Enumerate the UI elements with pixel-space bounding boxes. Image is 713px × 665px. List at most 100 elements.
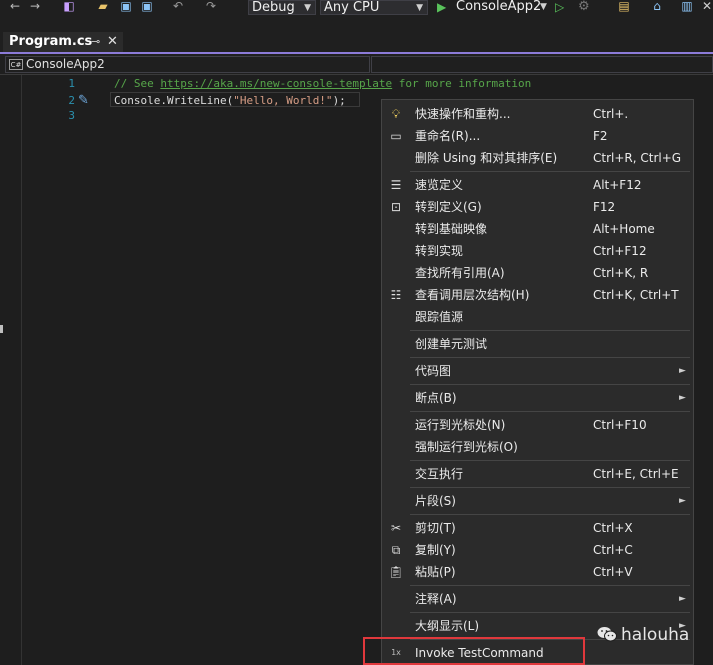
menu-item-copy[interactable]: ⧉ 复制(Y) Ctrl+C — [382, 539, 693, 561]
menu-label: 删除 Using 和对其排序(E) — [415, 151, 558, 165]
menu-separator — [410, 514, 690, 515]
submenu-arrow-icon: ► — [679, 496, 686, 506]
watermark-text: halouha — [621, 625, 690, 645]
configuration-select[interactable]: Debug ▼ — [248, 0, 316, 15]
menu-label: 复制(Y) — [415, 543, 456, 557]
toolbar: ← → ◧ ▰ ▣ ▣ ↶ ↷ Debug ▼ Any CPU ▼ ▶ Cons… — [0, 0, 713, 16]
menu-label: 重命名(R)... — [415, 129, 481, 143]
menu-item-force-run-to-cursor[interactable]: 强制运行到光标(O) — [382, 436, 693, 458]
menu-item-breakpoint[interactable]: 断点(B) ► — [382, 387, 693, 409]
menu-item-create-unit-tests[interactable]: 创建单元测试 — [382, 333, 693, 355]
navigation-bar: C# ConsoleApp2 — [0, 55, 713, 75]
code-line-2[interactable]: Console.WriteLine("Hello, World!"); — [114, 94, 346, 107]
save-all-icon[interactable]: ▣ — [140, 0, 154, 13]
menu-item-snippets[interactable]: 片段(S) ► — [382, 490, 693, 512]
start-target-button[interactable]: ConsoleApp2 — [456, 0, 541, 14]
code-line-1[interactable]: // See https://aka.ms/new-console-templa… — [114, 77, 531, 90]
open-folder-icon[interactable]: ▰ — [96, 0, 110, 13]
refresh-icon[interactable]: ⚙ — [578, 0, 590, 14]
menu-item-go-to-base[interactable]: 转到基础映像 Alt+Home — [382, 218, 693, 240]
menu-item-paste[interactable]: 📋︎ 粘贴(P) Ctrl+V — [382, 561, 693, 583]
code-string: "Hello, World!" — [233, 94, 333, 107]
quick-action-screwdriver-icon[interactable]: ✎ — [78, 93, 89, 108]
member-dropdown[interactable] — [371, 56, 713, 73]
wechat-icon — [597, 624, 617, 642]
menu-item-go-to-definition[interactable]: ⊡ 转到定义(G) F12 — [382, 196, 693, 218]
submenu-arrow-icon: ► — [679, 393, 686, 403]
menu-label: 剪切(T) — [415, 521, 456, 535]
save-icon[interactable]: ▣ — [119, 0, 133, 13]
start-dropdown-icon[interactable]: ▼ — [540, 0, 547, 14]
menu-item-comment[interactable]: 注释(A) ► — [382, 588, 693, 610]
menu-label: 跟踪值源 — [415, 310, 464, 324]
menu-label: 查找所有引用(A) — [415, 266, 505, 280]
project-dropdown[interactable]: C# ConsoleApp2 — [5, 56, 370, 73]
menu-item-remove-sort-usings[interactable]: 删除 Using 和对其排序(E) Ctrl+R, Ctrl+G — [382, 147, 693, 169]
menu-item-execute-interactive[interactable]: 交互执行 Ctrl+E, Ctrl+E — [382, 463, 693, 485]
menu-item-call-hierarchy[interactable]: ☷ 查看调用层次结构(H) Ctrl+K, Ctrl+T — [382, 284, 693, 306]
menu-item-cut[interactable]: ✂ 剪切(T) Ctrl+X — [382, 517, 693, 539]
play-icon[interactable]: ▶ — [437, 0, 446, 14]
menu-item-rename[interactable]: ▭ 重命名(R)... F2 — [382, 125, 693, 147]
menu-label: 断点(B) — [415, 391, 457, 405]
start-without-debug-icon[interactable]: ▷ — [555, 0, 564, 14]
menu-label: 强制运行到光标(O) — [415, 440, 518, 454]
bookmark-icon[interactable]: ▥ — [680, 0, 694, 13]
chevron-down-icon: ▼ — [416, 3, 423, 13]
menu-shortcut: F12 — [593, 200, 616, 214]
line-number: 2 — [68, 94, 75, 107]
menu-label: 注释(A) — [415, 592, 457, 606]
menu-shortcut: Ctrl+K, R — [593, 266, 649, 280]
submenu-arrow-icon: ► — [679, 594, 686, 604]
menu-label: 粘贴(P) — [415, 565, 456, 579]
menu-shortcut: Alt+Home — [593, 222, 655, 236]
undo-icon[interactable]: ↶ — [171, 0, 185, 13]
menu-item-go-to-implementation[interactable]: 转到实现 Ctrl+F12 — [382, 240, 693, 262]
menu-shortcut: Ctrl+K, Ctrl+T — [593, 288, 679, 302]
submenu-arrow-icon: ► — [679, 366, 686, 376]
tab-program-cs[interactable]: Program.cs ⊸ ✕ — [3, 32, 123, 52]
menu-label: 代码图 — [415, 364, 452, 378]
menu-separator — [410, 612, 690, 613]
platform-select[interactable]: Any CPU ▼ — [320, 0, 428, 15]
peek-icon: ☰ — [390, 178, 402, 192]
solution-explorer-icon[interactable]: ▤ — [617, 0, 631, 13]
code-end: ); — [332, 94, 346, 107]
template-link[interactable]: https://aka.ms/new-console-template — [160, 77, 392, 90]
back-icon[interactable]: ← — [8, 0, 22, 13]
project-name: ConsoleApp2 — [26, 57, 105, 71]
menu-shortcut: Ctrl+F12 — [593, 244, 647, 258]
menu-item-peek-definition[interactable]: ☰ 速览定义 Alt+F12 — [382, 174, 693, 196]
watermark: halouha — [597, 622, 689, 648]
scissors-icon: ✂ — [390, 521, 402, 535]
lightbulb-icon: 💡︎ — [391, 107, 401, 121]
forward-icon[interactable]: → — [28, 0, 42, 13]
menu-label: 转到定义(G) — [415, 200, 482, 214]
menu-separator — [410, 357, 690, 358]
menu-item-run-to-cursor[interactable]: 运行到光标处(N) Ctrl+F10 — [382, 414, 693, 436]
menu-separator — [410, 411, 690, 412]
menu-shortcut: Ctrl+. — [593, 107, 629, 121]
home-icon[interactable]: ⌂ — [650, 0, 664, 13]
goto-definition-icon: ⊡ — [390, 200, 402, 214]
pin-icon[interactable]: ⊸ — [91, 32, 100, 52]
more-icon[interactable]: ✕ — [700, 0, 713, 13]
menu-shortcut: Ctrl+R, Ctrl+G — [593, 151, 682, 165]
close-icon[interactable]: ✕ — [107, 32, 118, 52]
menu-label: 片段(S) — [415, 494, 456, 508]
menu-label: 大纲显示(L) — [415, 619, 480, 633]
menu-item-find-all-references[interactable]: 查找所有引用(A) Ctrl+K, R — [382, 262, 693, 284]
csharp-project-icon: C# — [9, 59, 23, 70]
configuration-value: Debug — [252, 0, 295, 15]
document-tabs: Program.cs ⊸ ✕ — [0, 32, 713, 54]
menu-item-quick-actions[interactable]: 💡︎ 快速操作和重构... Ctrl+. — [382, 103, 693, 125]
line-number: 1 — [68, 77, 75, 90]
new-item-icon[interactable]: ◧ — [62, 0, 76, 13]
menu-shortcut: Ctrl+E, Ctrl+E — [593, 467, 679, 481]
scroll-marker — [0, 325, 3, 333]
context-menu: 💡︎ 快速操作和重构... Ctrl+. ▭ 重命名(R)... F2 删除 U… — [381, 99, 694, 665]
menu-item-code-map[interactable]: 代码图 ► — [382, 360, 693, 382]
call-hierarchy-icon: ☷ — [390, 288, 402, 302]
menu-item-track-value-source[interactable]: 跟踪值源 — [382, 306, 693, 328]
redo-icon[interactable]: ↷ — [204, 0, 218, 13]
